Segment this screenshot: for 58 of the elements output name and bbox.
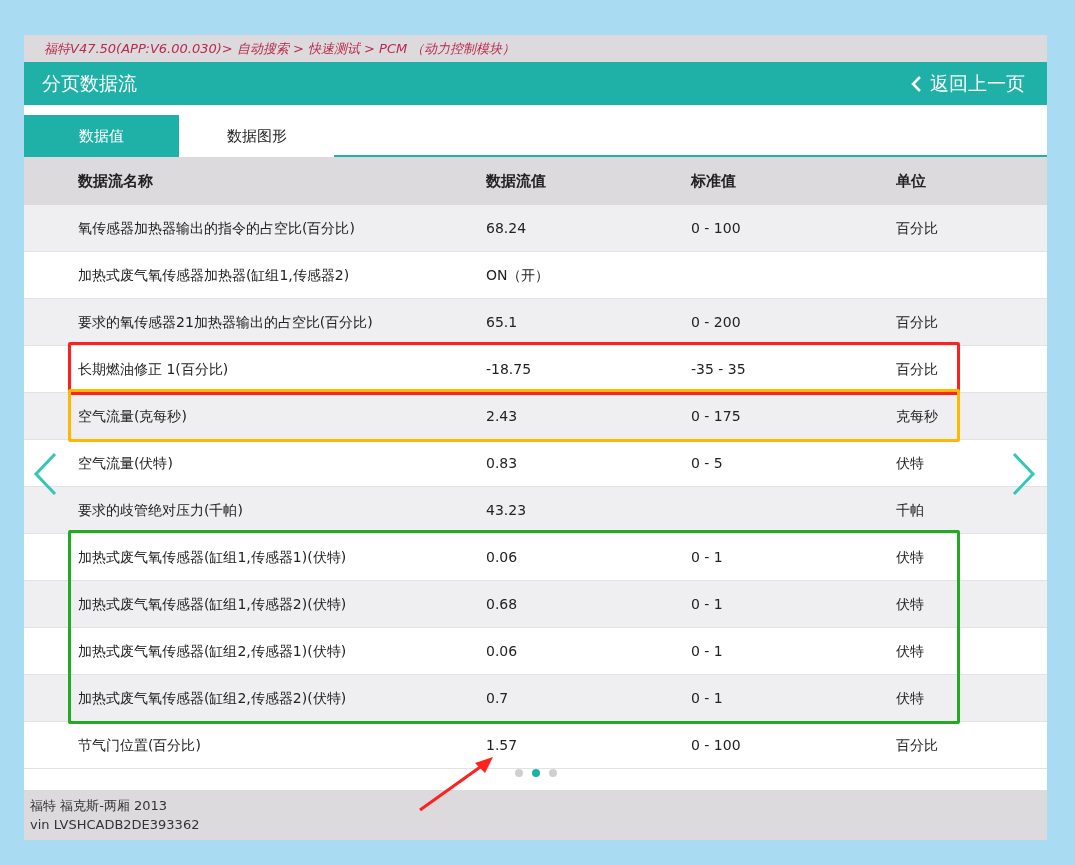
table-cell-text: 0 - 100 [691, 735, 742, 755]
column-header: 数据流值 [486, 170, 547, 192]
table-cell-text: 0 - 200 [691, 312, 742, 332]
table-cell-text: 1.57 [486, 735, 519, 755]
table-cell-text: 0 - 100 [691, 218, 742, 238]
table-cell-text: 空气流量(克每秒) [78, 406, 188, 426]
table-cell-text: 0.06 [486, 641, 519, 661]
table-cell-text: 0.06 [486, 547, 519, 567]
table-cell-text: 千帕 [896, 500, 925, 520]
table-cell-text: -18.75 [486, 359, 533, 379]
table-cell-text: 0 - 5 [691, 453, 724, 473]
table-cell-text: 加热式废气氧传感器(缸组1,传感器2)(伏特) [78, 594, 348, 614]
table-cell-text: ON（开） [486, 265, 551, 285]
vin-number: vin LVSHCADB2DE393362 [30, 816, 201, 834]
chevron-right-icon[interactable] [1012, 452, 1036, 496]
table-cell-text: 加热式废气氧传感器(缸组2,传感器1)(伏特) [78, 641, 348, 661]
column-header: 数据流名称 [78, 170, 154, 192]
table-cell-text: 伏特 [896, 688, 925, 708]
table-cell-text: 百分比 [896, 735, 939, 755]
table-cell-text: 加热式废气氧传感器(缸组2,传感器2)(伏特) [78, 688, 348, 708]
table-cell-text: 伏特 [896, 594, 925, 614]
table-cell-text: 氧传感器加热器输出的指令的占空比(百分比) [78, 218, 356, 238]
table-cell-text: 百分比 [896, 312, 939, 332]
breadcrumb: 福特V47.50(APP:V6.00.030)> 自动搜索 > 快速测试 > PCM （动力控制模块） [44, 39, 516, 58]
table-cell-text: 伏特 [896, 641, 925, 661]
table-cell-text: 加热式废气氧传感器(缸组1,传感器1)(伏特) [78, 547, 348, 567]
table-cell-text: 0 - 1 [691, 688, 724, 708]
table-cell-text: 克每秒 [896, 406, 939, 426]
table-cell-text: 0.7 [486, 688, 510, 708]
table-cell-text: 0.68 [486, 594, 519, 614]
table-cell-text: 要求的氧传感器21加热器输出的占空比(百分比) [78, 312, 374, 332]
column-header: 标准值 [691, 170, 737, 192]
table-cell-text: 43.23 [486, 500, 528, 520]
table-cell-text: 68.24 [486, 218, 528, 238]
table-cell-text: 2.43 [486, 406, 519, 426]
chevron-left-icon [911, 74, 922, 93]
chevron-left-icon[interactable] [33, 452, 57, 496]
back-button[interactable]: 返回上一页 [911, 69, 1025, 98]
table-cell-text: 百分比 [896, 359, 939, 379]
table-cell-text: 百分比 [896, 218, 939, 238]
table-cell-text: 要求的歧管绝对压力(千帕) [78, 500, 244, 520]
table-cell-text: 加热式废气氧传感器加热器(缸组1,传感器2) [78, 265, 351, 285]
table-cell-text: 节气门位置(百分比) [78, 735, 202, 755]
table-cell-text: 空气流量(伏特) [78, 453, 174, 473]
table-cell-text: 0 - 1 [691, 594, 724, 614]
table-cell-text: 0 - 1 [691, 641, 724, 661]
page-title: 分页数据流 [42, 71, 137, 97]
column-header: 单位 [896, 170, 927, 192]
table-cell-text: 长期燃油修正 1(百分比) [78, 359, 230, 379]
table-cell-text: 65.1 [486, 312, 519, 332]
tab[interactable]: 数据值 [24, 115, 179, 157]
table-cell-text: 0 - 1 [691, 547, 724, 567]
table-cell-text: -35 - 35 [691, 359, 747, 379]
table-cell-text: 0.83 [486, 453, 519, 473]
table-cell-text: 伏特 [896, 547, 925, 567]
table-cell-text: 伏特 [896, 453, 925, 473]
vehicle-info: 福特 福克斯-两厢 2013 [30, 797, 169, 815]
table-cell-text: 0 - 175 [691, 406, 742, 426]
